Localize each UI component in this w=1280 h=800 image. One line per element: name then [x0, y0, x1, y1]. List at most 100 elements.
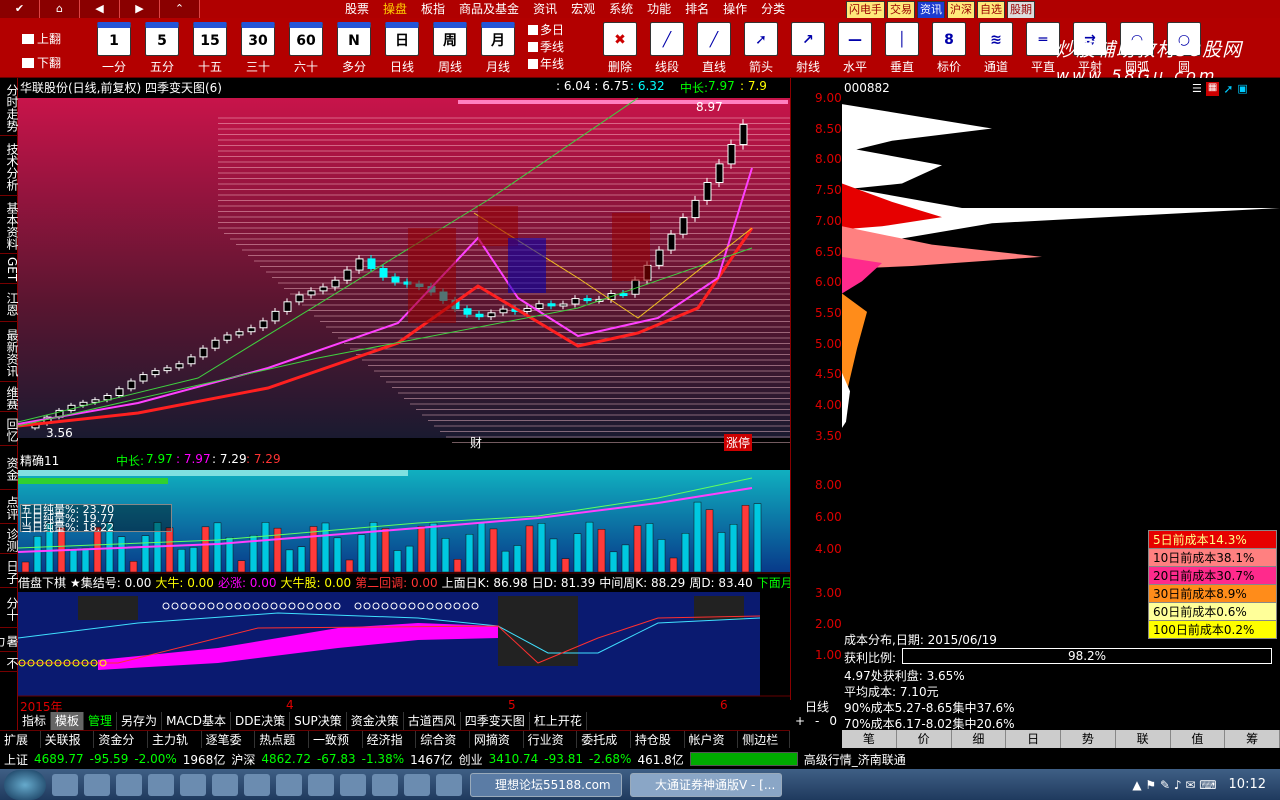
menu-item-8[interactable]: 排名 — [678, 0, 716, 18]
app-icon-3[interactable] — [212, 773, 238, 796]
left-tab-14[interactable]: 不 — [0, 652, 19, 672]
draw-tool-2[interactable]: ╱ 直线 — [690, 22, 738, 76]
app-icon-4[interactable] — [244, 773, 270, 796]
panel-tab-1[interactable]: 价 — [897, 730, 952, 748]
page-down-button[interactable]: 下翻 — [22, 54, 61, 71]
feature-tab-4[interactable]: 逐笔委托 — [202, 731, 256, 765]
left-tab-1[interactable]: 技术分析 — [0, 136, 19, 196]
indicator-tab-2[interactable]: 管理 — [84, 712, 118, 730]
start-button[interactable] — [4, 769, 46, 800]
zoom-button-2[interactable]: 0 — [829, 712, 837, 730]
zoom-button-1[interactable]: - — [815, 712, 819, 730]
quick-button-3[interactable]: 沪深 — [947, 1, 975, 19]
period-button-3[interactable]: 30 三十 — [234, 22, 282, 76]
tray-icons[interactable]: ▲ ⚑ ✎ ♪ ✉ ⌨ — [1132, 778, 1216, 792]
app-icon-1[interactable] — [148, 773, 174, 796]
draw-tool-4[interactable]: ↗ 射线 — [784, 22, 832, 76]
indicator-tab-8[interactable]: 古道西风 — [404, 712, 461, 730]
quick-button-1[interactable]: 交易 — [887, 1, 915, 19]
indicator-tab-7[interactable]: 资金决策 — [347, 712, 404, 730]
left-tab-10[interactable]: 诊测 — [0, 524, 19, 554]
period-button-4[interactable]: 60 六十 — [282, 22, 330, 76]
pointer-icon[interactable]: ➚ — [1223, 82, 1233, 96]
draw-tool-6[interactable]: │ 垂直 — [878, 22, 926, 76]
task-forum[interactable]: 理想论坛55188.com — [470, 772, 622, 797]
indicator-tab-3[interactable]: 另存为 — [117, 712, 163, 730]
left-tab-11[interactable]: 日子 — [0, 554, 19, 588]
draw-tool-1[interactable]: ╱ 线段 — [643, 22, 691, 76]
panel-tab-0[interactable]: 笔 — [842, 730, 897, 748]
menu-item-4[interactable]: 资讯 — [526, 0, 564, 18]
indicator-tab-10[interactable]: 杠上开花 — [530, 712, 587, 730]
period-button-5[interactable]: N 多分 — [330, 22, 378, 76]
period-button-7[interactable]: 周周线 — [426, 22, 474, 76]
feature-tab-3[interactable]: 主力轨迹 — [148, 731, 202, 765]
feature-tab-9[interactable]: 网摘资讯 — [470, 731, 524, 765]
folder-icon[interactable] — [84, 773, 110, 796]
left-tab-8[interactable]: 资金 — [0, 446, 19, 490]
back-icon[interactable]: ◀ — [80, 0, 120, 18]
menu-item-9[interactable]: 操作 — [716, 0, 754, 18]
list-icon[interactable]: ☰ — [1192, 82, 1202, 96]
indicator-tab-4[interactable]: MACD基本 — [162, 712, 232, 730]
draw-tool-0[interactable]: ✖ 删除 — [596, 22, 644, 76]
period-button-6[interactable]: 日日线 — [378, 22, 426, 76]
feature-tab-13[interactable]: 帐户资金 — [685, 731, 739, 765]
app-icon-9[interactable] — [404, 773, 430, 796]
menu-item-1[interactable]: 操盘 — [376, 0, 414, 18]
left-tab-13[interactable]: 暑力 — [0, 628, 19, 652]
app-icon-6[interactable] — [308, 773, 334, 796]
left-tab-6[interactable]: 维赛 — [0, 382, 19, 412]
app-icon-10[interactable] — [436, 773, 462, 796]
quick-button-5[interactable]: 股期 — [1007, 1, 1035, 19]
feature-tab-10[interactable]: 行业资讯 — [524, 731, 578, 765]
browser-icon[interactable] — [52, 773, 78, 796]
task-trading-app[interactable]: 大通证券神通版V - [... — [630, 772, 782, 797]
menu-item-2[interactable]: 板指 — [414, 0, 452, 18]
indicator-tab-6[interactable]: SUP决策 — [290, 712, 347, 730]
feature-tab-7[interactable]: 经济指标 — [363, 731, 417, 765]
quick-button-0[interactable]: 闪电手 — [846, 1, 885, 19]
draw-tool-8[interactable]: ≋ 通道 — [972, 22, 1020, 76]
left-tab-3[interactable]: GET — [0, 254, 19, 284]
feature-tab-14[interactable]: 侧边栏< — [738, 731, 791, 765]
period-button-0[interactable]: 1 一分 — [90, 22, 138, 76]
panel-tab-5[interactable]: 联 — [1116, 730, 1171, 748]
feature-tab-8[interactable]: 综合资讯 — [416, 731, 470, 765]
panel-tab-4[interactable]: 势 — [1061, 730, 1116, 748]
app-icon-8[interactable] — [372, 773, 398, 796]
app-icon-7[interactable] — [340, 773, 366, 796]
feature-tab-5[interactable]: 热点题材 — [255, 731, 309, 765]
feature-tab-11[interactable]: 委托成交 — [577, 731, 631, 765]
feature-tab-12[interactable]: 持仓股份 — [631, 731, 685, 765]
indicator-tab-9[interactable]: 四季变天图 — [461, 712, 530, 730]
panel-tab-2[interactable]: 细 — [952, 730, 1007, 748]
grid-icon[interactable]: ▣ — [1237, 82, 1247, 96]
quick-button-2[interactable]: 资讯 — [917, 1, 945, 19]
left-tab-4[interactable]: 江恩 — [0, 284, 19, 322]
period-button-2[interactable]: 15 十五 — [186, 22, 234, 76]
indicator-tab-5[interactable]: DDE决策 — [231, 712, 291, 730]
kline-chart-svg[interactable] — [17, 78, 790, 700]
feature-tab-0[interactable]: 扩展^ — [0, 731, 41, 765]
forward-icon[interactable]: ▶ — [120, 0, 160, 18]
left-tab-9[interactable]: 点评 — [0, 490, 19, 524]
left-tab-5[interactable]: 最新资讯 — [0, 322, 19, 382]
period-button-1[interactable]: 5 五分 — [138, 22, 186, 76]
panel-tab-7[interactable]: 筹 — [1225, 730, 1280, 748]
quick-button-4[interactable]: 自选 — [977, 1, 1005, 19]
multi-period-2[interactable]: 年线 — [528, 56, 564, 73]
app-icon-5[interactable] — [276, 773, 302, 796]
menu-item-6[interactable]: 系统 — [602, 0, 640, 18]
chart-toggle-icon[interactable]: ▦ — [1205, 82, 1220, 96]
indicator-tab-1[interactable]: 模板 — [51, 712, 85, 730]
left-tab-2[interactable]: 基本资料 — [0, 196, 19, 254]
feature-tab-2[interactable]: 资金分布 — [94, 731, 148, 765]
period-button-8[interactable]: 月月线 — [474, 22, 522, 76]
indicator-tab-0[interactable]: 指标 — [18, 712, 52, 730]
menu-item-5[interactable]: 宏观 — [564, 0, 602, 18]
left-tab-12[interactable]: 分十 — [0, 588, 19, 628]
menu-item-0[interactable]: 股票 — [338, 0, 376, 18]
feature-tab-1[interactable]: 关联报价 — [41, 731, 95, 765]
panel-tab-6[interactable]: 值 — [1171, 730, 1226, 748]
